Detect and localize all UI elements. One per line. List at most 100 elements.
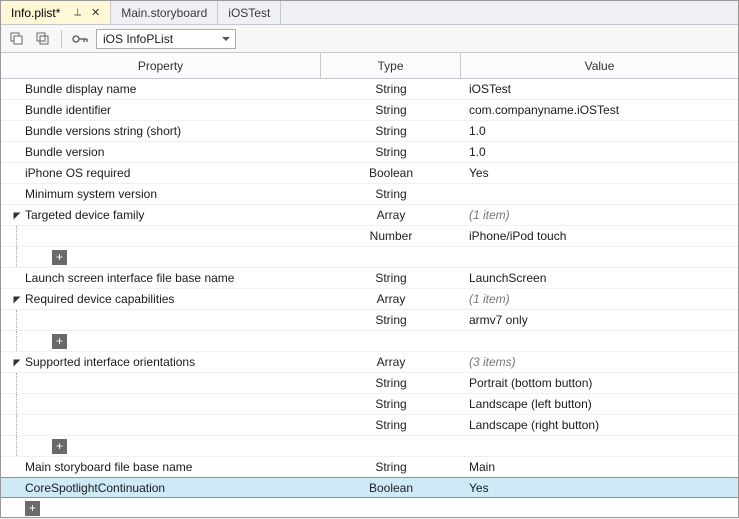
header-value[interactable]: Value xyxy=(461,53,738,78)
property-cell[interactable] xyxy=(1,415,321,435)
value-cell xyxy=(461,331,738,351)
value-cell[interactable]: 1.0 xyxy=(461,142,738,162)
value-cell[interactable] xyxy=(461,184,738,204)
type-cell[interactable]: String xyxy=(321,310,461,330)
type-cell[interactable]: Number xyxy=(321,226,461,246)
property-row[interactable]: Bundle versionString1.0 xyxy=(1,142,738,163)
value-cell[interactable]: com.companyname.iOSTest xyxy=(461,100,738,120)
pin-icon[interactable]: ⟂ xyxy=(74,7,81,18)
property-row[interactable]: CoreSpotlightContinuationBooleanYes xyxy=(1,477,738,498)
property-row[interactable]: iPhone OS requiredBooleanYes xyxy=(1,163,738,184)
plus-icon[interactable]: + xyxy=(52,439,67,454)
expand-all-button[interactable] xyxy=(7,29,27,49)
property-cell[interactable]: Main storyboard file base name xyxy=(1,457,321,477)
property-row[interactable]: Main storyboard file base name StringMain xyxy=(1,457,738,478)
type-cell[interactable]: Array xyxy=(321,289,461,309)
value-cell[interactable]: Landscape (left button) xyxy=(461,394,738,414)
tree-guide xyxy=(16,373,18,393)
value-cell[interactable]: LaunchScreen xyxy=(461,268,738,288)
property-cell[interactable]: iPhone OS required xyxy=(1,163,321,183)
property-row[interactable]: Stringarmv7 only xyxy=(1,310,738,331)
value-cell[interactable]: armv7 only xyxy=(461,310,738,330)
value-cell[interactable]: Portrait (bottom button) xyxy=(461,373,738,393)
type-cell[interactable]: Boolean xyxy=(321,478,461,497)
value-cell[interactable]: 1.0 xyxy=(461,121,738,141)
property-row[interactable]: StringLandscape (right button) xyxy=(1,415,738,436)
plus-icon[interactable]: + xyxy=(52,250,67,265)
property-cell[interactable]: Required device capabilities xyxy=(1,289,321,309)
type-cell[interactable]: String xyxy=(321,142,461,162)
property-cell[interactable] xyxy=(1,310,321,330)
property-row[interactable]: Required device capabilitiesArray(1 item… xyxy=(1,289,738,310)
property-cell[interactable]: Bundle version xyxy=(1,142,321,162)
type-cell[interactable]: String xyxy=(321,79,461,99)
property-cell[interactable] xyxy=(1,373,321,393)
add-child-row[interactable]: + xyxy=(1,436,738,457)
add-child-row[interactable]: + xyxy=(1,331,738,352)
property-cell[interactable] xyxy=(1,226,321,246)
property-row[interactable]: Bundle display nameStringiOSTest xyxy=(1,79,738,100)
plus-icon[interactable]: + xyxy=(52,334,67,349)
disclosure-triangle-icon[interactable] xyxy=(11,294,21,304)
type-cell[interactable]: String xyxy=(321,373,461,393)
property-cell[interactable]: Supported interface orientations xyxy=(1,352,321,372)
plus-icon[interactable]: + xyxy=(25,501,40,516)
toolbar: iOS InfoPList xyxy=(1,25,738,53)
add-child-row[interactable]: + xyxy=(1,247,738,268)
property-row[interactable]: Minimum system versionString xyxy=(1,184,738,205)
property-cell[interactable]: Bundle versions string (short) xyxy=(1,121,321,141)
type-cell[interactable]: Array xyxy=(321,352,461,372)
value-cell[interactable]: iOSTest xyxy=(461,79,738,99)
type-cell[interactable]: String xyxy=(321,121,461,141)
value-cell[interactable]: iPhone/iPod touch xyxy=(461,226,738,246)
property-cell[interactable]: + xyxy=(1,331,321,351)
type-cell[interactable]: String xyxy=(321,394,461,414)
type-cell[interactable]: Array xyxy=(321,205,461,225)
property-cell[interactable]: Bundle display name xyxy=(1,79,321,99)
property-row[interactable]: Launch screen interface file base nameSt… xyxy=(1,268,738,289)
property-cell[interactable]: Targeted device family xyxy=(1,205,321,225)
property-row[interactable]: StringPortrait (bottom button) xyxy=(1,373,738,394)
property-row[interactable]: Bundle versions string (short)String1.0 xyxy=(1,121,738,142)
collapse-all-button[interactable] xyxy=(33,29,53,49)
value-cell[interactable]: Yes xyxy=(461,478,738,497)
tree-guide xyxy=(16,226,18,246)
value-cell[interactable]: (1 item) xyxy=(461,205,738,225)
disclosure-triangle-icon[interactable] xyxy=(11,357,21,367)
key-icon[interactable] xyxy=(70,29,90,49)
value-cell[interactable]: Landscape (right button) xyxy=(461,415,738,435)
property-cell[interactable]: + xyxy=(1,436,321,456)
property-row[interactable]: Bundle identifierStringcom.companyname.i… xyxy=(1,100,738,121)
property-cell[interactable] xyxy=(1,394,321,414)
property-label: Main storyboard file base name xyxy=(25,460,192,474)
type-cell[interactable]: String xyxy=(321,457,461,477)
tab-main-storyboard[interactable]: Main.storyboard xyxy=(111,1,218,24)
header-type[interactable]: Type xyxy=(321,53,461,78)
value-cell[interactable]: Main xyxy=(461,457,738,477)
property-cell[interactable]: Launch screen interface file base name xyxy=(1,268,321,288)
property-cell[interactable]: Minimum system version xyxy=(1,184,321,204)
plist-type-selector[interactable]: iOS InfoPList xyxy=(96,29,236,49)
value-cell[interactable]: (3 items) xyxy=(461,352,738,372)
header-property[interactable]: Property xyxy=(1,53,321,78)
property-cell[interactable]: CoreSpotlightContinuation xyxy=(1,478,321,497)
property-row[interactable]: Supported interface orientationsArray(3 … xyxy=(1,352,738,373)
property-cell[interactable]: + xyxy=(1,247,321,267)
type-cell[interactable]: Boolean xyxy=(321,163,461,183)
tab-label: Main.storyboard xyxy=(121,6,207,20)
value-cell[interactable]: Yes xyxy=(461,163,738,183)
type-cell[interactable]: String xyxy=(321,268,461,288)
type-cell[interactable]: String xyxy=(321,184,461,204)
type-cell[interactable]: String xyxy=(321,100,461,120)
property-cell[interactable]: Bundle identifier xyxy=(1,100,321,120)
type-cell[interactable]: String xyxy=(321,415,461,435)
property-row[interactable]: NumberiPhone/iPod touch xyxy=(1,226,738,247)
property-row[interactable]: Targeted device familyArray(1 item) xyxy=(1,205,738,226)
disclosure-triangle-icon[interactable] xyxy=(11,210,21,220)
tab-info-plist[interactable]: Info.plist* ⟂ ✕ xyxy=(1,1,111,24)
value-cell[interactable]: (1 item) xyxy=(461,289,738,309)
tab-iostest[interactable]: iOSTest xyxy=(218,1,281,24)
close-icon[interactable]: ✕ xyxy=(91,6,100,19)
add-root-row[interactable]: + xyxy=(1,498,738,519)
property-row[interactable]: StringLandscape (left button) xyxy=(1,394,738,415)
